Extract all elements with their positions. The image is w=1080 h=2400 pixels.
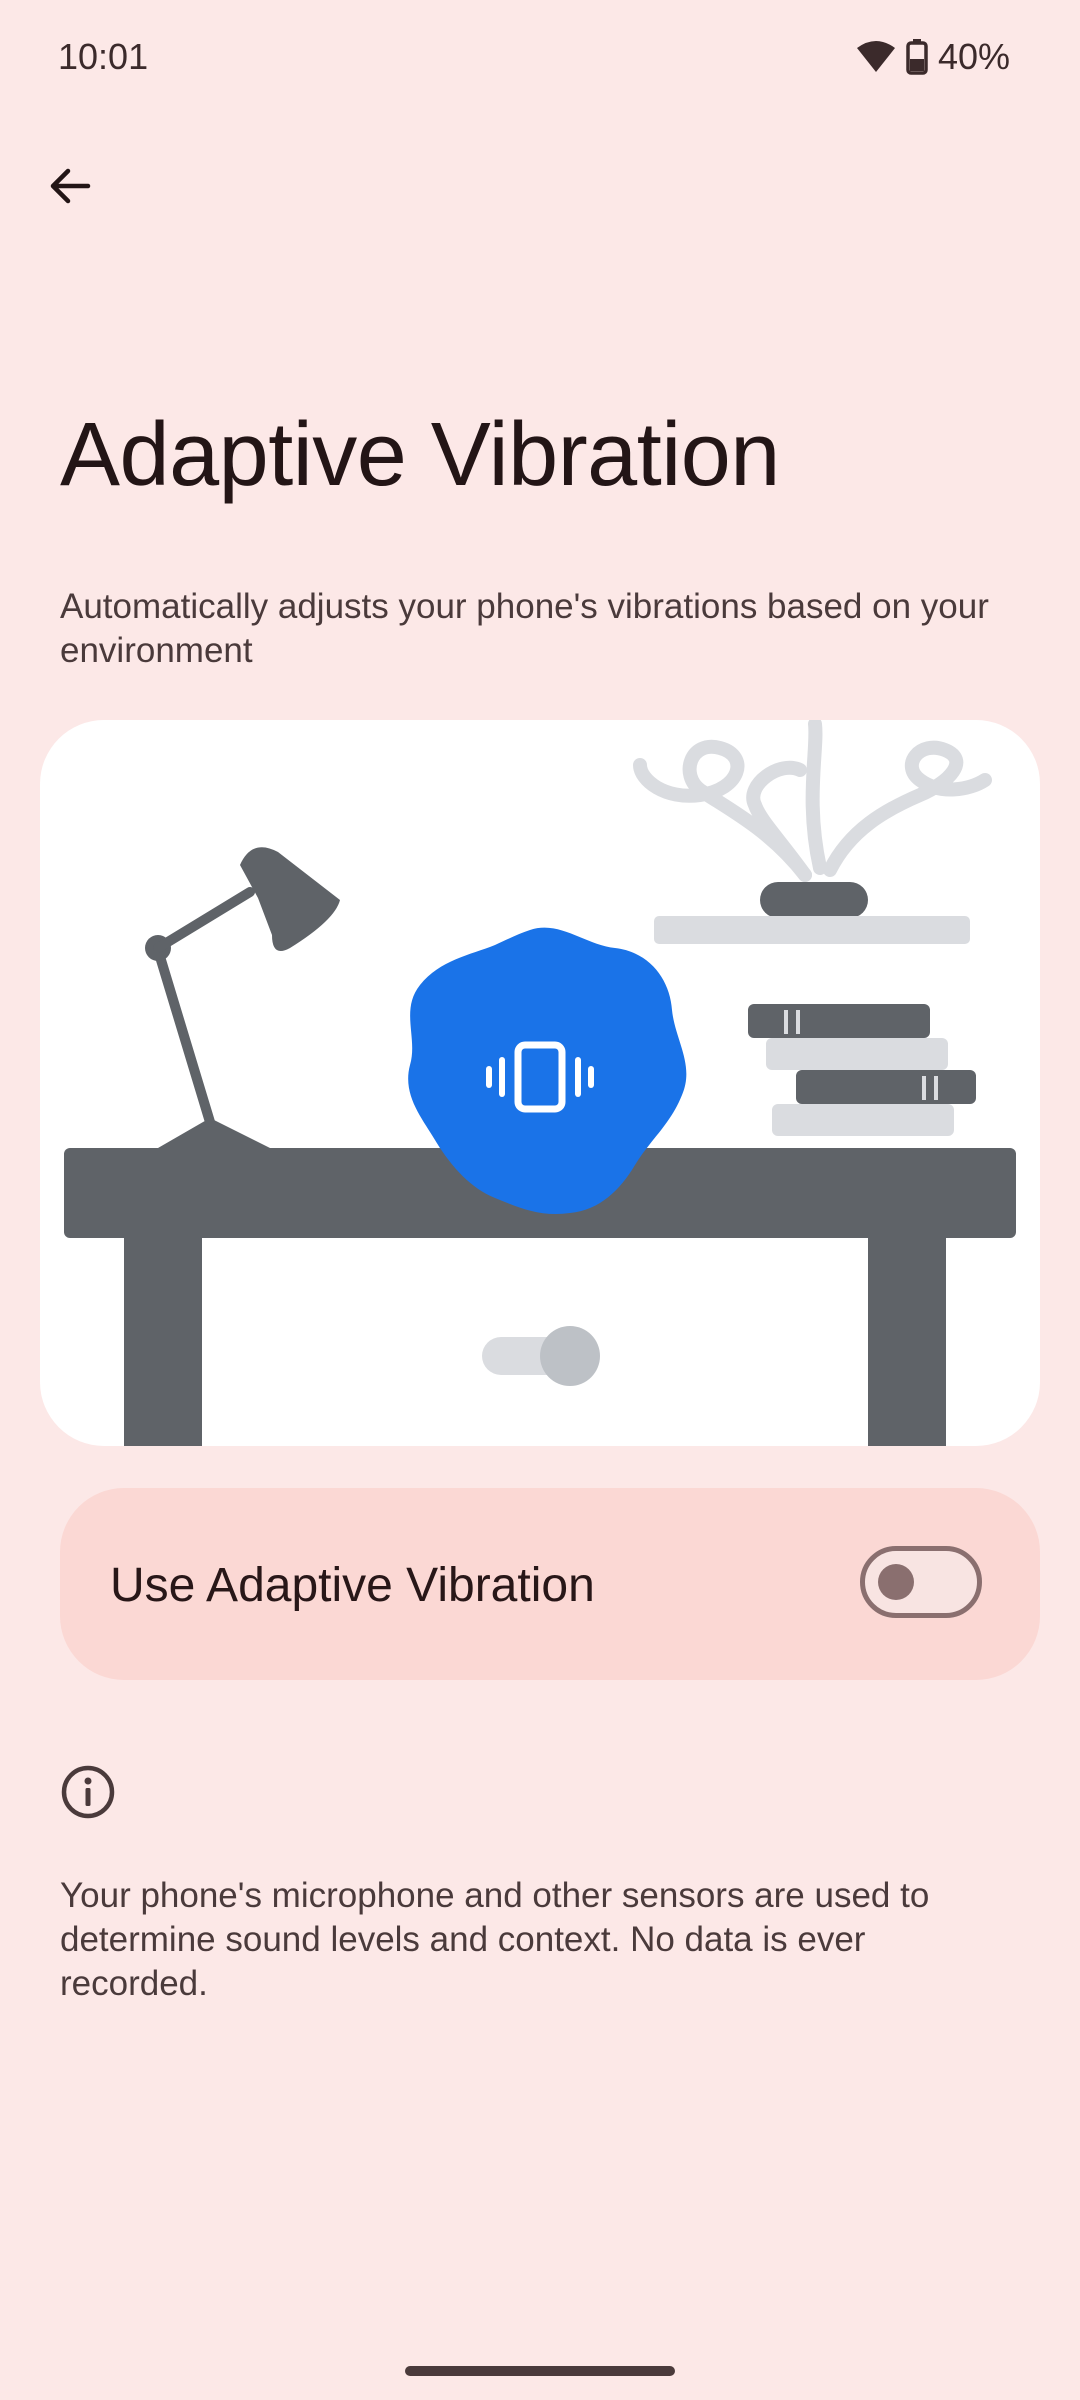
arrow-left-icon (50, 168, 91, 204)
plant-leaves (633, 720, 992, 882)
shelf (654, 916, 970, 944)
info-text: Your phone's microphone and other sensor… (60, 1876, 930, 2003)
status-time: 10:01 (58, 36, 149, 77)
adaptive-vibration-setting[interactable]: Use Adaptive Vibration (60, 1488, 1040, 1680)
status-icons: 40% (856, 36, 1010, 78)
page-description: Automatically adjusts your phone's vibra… (60, 587, 989, 670)
back-button[interactable] (34, 150, 106, 222)
status-bar: 10:01 40% (0, 0, 1080, 118)
desk-illustration (64, 720, 1016, 1446)
wifi-icon (856, 41, 895, 72)
desk-lamp (145, 847, 340, 1148)
illustration-card (40, 720, 1040, 1446)
book-stack (748, 1004, 976, 1136)
battery-icon (906, 39, 928, 75)
setting-label: Use Adaptive Vibration (110, 1559, 595, 1612)
page-title: Adaptive Vibration (60, 405, 780, 505)
adaptive-vibration-switch[interactable] (860, 1546, 982, 1618)
gesture-bar[interactable] (405, 2366, 675, 2376)
plant-pot (760, 882, 868, 918)
drawer-toggle (482, 1326, 600, 1386)
switch-thumb (878, 1564, 914, 1600)
battery-percent: 40% (937, 36, 1010, 77)
info-icon (61, 1765, 115, 1819)
